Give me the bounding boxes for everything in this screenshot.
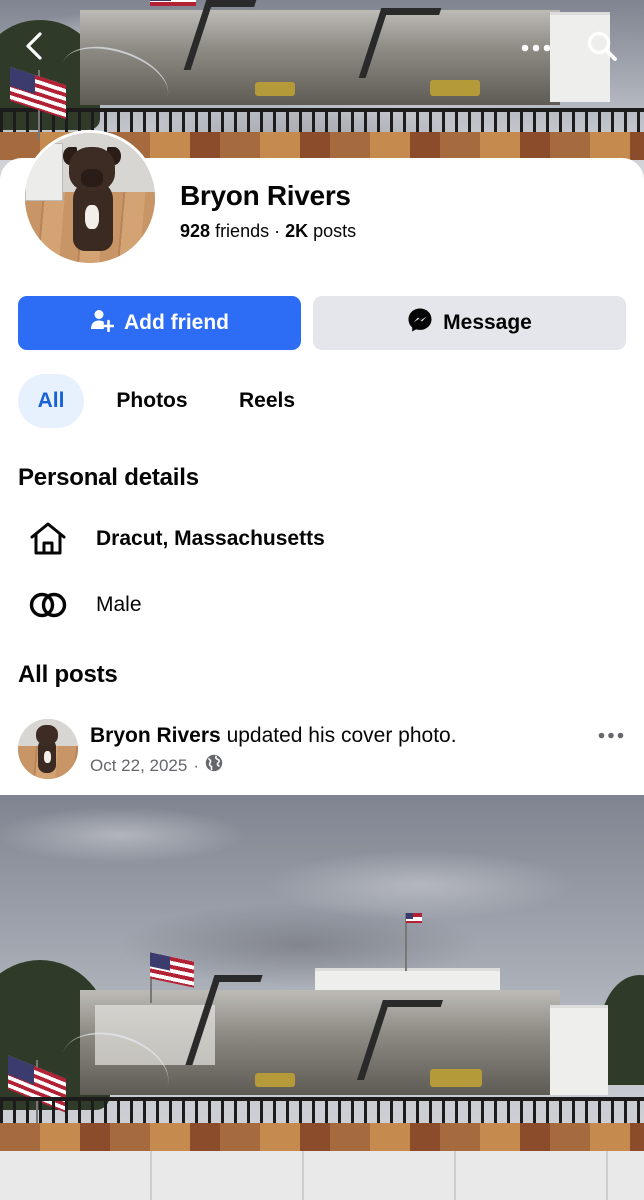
post-author-avatar[interactable] (18, 719, 78, 779)
friends-label[interactable]: friends (215, 221, 269, 241)
posts-label: posts (313, 221, 357, 241)
photo-barrier (0, 1123, 644, 1151)
all-posts-title: All posts (18, 661, 118, 688)
add-friend-button[interactable]: Add friend (18, 296, 301, 350)
home-icon (18, 521, 78, 557)
friends-count[interactable]: 928 (180, 221, 210, 241)
add-friend-label: Add friend (124, 311, 229, 334)
photo-fence (0, 1097, 644, 1125)
stats-separator: · (274, 221, 281, 241)
post-headline: Bryon Rivers updated his cover photo. (90, 724, 457, 748)
message-button[interactable]: Message (313, 296, 626, 350)
personal-details-title: Personal details (18, 464, 199, 491)
tab-reels[interactable]: Reels (226, 374, 308, 428)
detail-gender: Male (18, 580, 142, 630)
photo-white-wall (0, 1151, 644, 1200)
messenger-icon (407, 307, 433, 339)
post-action-text: updated his cover photo. (226, 724, 457, 747)
avatar-cabinet (25, 143, 63, 201)
location-text[interactable]: Dracut, Massachusetts (96, 527, 325, 551)
cover-machine (255, 82, 295, 96)
search-icon (586, 30, 618, 67)
avatar-dog-muzzle (81, 169, 103, 187)
globe-icon (205, 754, 223, 777)
profile-avatar[interactable] (22, 130, 158, 266)
profile-name: Bryon Rivers (180, 180, 351, 211)
cover-machine (430, 80, 480, 96)
profile-stats: 928 friends · 2K posts (180, 221, 356, 242)
back-button[interactable] (14, 26, 54, 70)
post-date[interactable]: Oct 22, 2025 (90, 756, 187, 776)
message-label: Message (443, 311, 532, 334)
more-horizontal-icon (521, 39, 551, 57)
cover-flag (150, 0, 196, 6)
add-person-icon (90, 308, 115, 338)
detail-location: Dracut, Massachusetts (18, 514, 325, 564)
gender-rings-icon (18, 591, 78, 619)
post-meta-separator: · (193, 755, 200, 775)
gender-text: Male (96, 593, 142, 616)
chevron-left-icon (24, 31, 44, 66)
more-horizontal-icon (598, 726, 624, 744)
avatar-dog-head (36, 725, 58, 745)
avatar-dog-chest (85, 205, 99, 229)
photo-machine (430, 1069, 482, 1087)
photo-building (550, 1005, 608, 1095)
post-photo[interactable] (0, 795, 644, 1200)
photo-machine (255, 1073, 295, 1087)
post-author-name[interactable]: Bryon Rivers (90, 724, 221, 747)
posts-count: 2K (285, 221, 309, 241)
photo-flag (406, 913, 422, 923)
post-options-button[interactable] (594, 722, 628, 748)
tab-all[interactable]: All (18, 374, 84, 428)
tab-photos[interactable]: Photos (102, 374, 202, 428)
search-button[interactable] (578, 24, 626, 72)
avatar-dog-chest (44, 751, 51, 763)
more-options-button[interactable] (514, 28, 558, 68)
post-meta: Oct 22, 2025 · (90, 754, 223, 777)
